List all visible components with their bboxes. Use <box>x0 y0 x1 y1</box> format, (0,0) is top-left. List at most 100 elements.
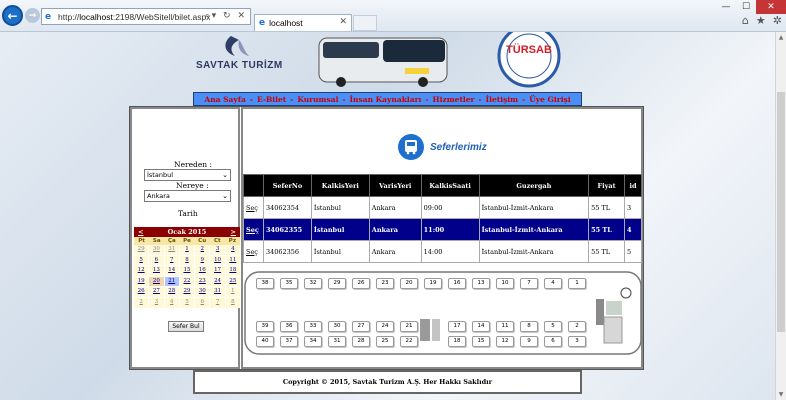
scroll-up-arrow-icon[interactable]: ▲ <box>776 32 786 43</box>
calendar-day[interactable]: 5 <box>179 297 195 308</box>
menu-item-e-bilet[interactable]: E-Bilet <box>257 95 286 104</box>
calendar-day[interactable]: 30 <box>149 245 164 255</box>
select-trip-link[interactable]: Seç <box>243 218 264 241</box>
bus-seat[interactable]: 31 <box>328 336 346 347</box>
bus-seat[interactable]: 24 <box>376 321 394 332</box>
calendar-day[interactable]: 11 <box>225 255 240 266</box>
calendar-day[interactable]: 26 <box>134 287 149 297</box>
back-button[interactable]: ← <box>2 5 23 26</box>
bus-seat[interactable]: 34 <box>304 336 322 347</box>
calendar-day[interactable]: 29 <box>134 245 149 255</box>
scroll-down-arrow-icon[interactable]: ▼ <box>776 389 786 400</box>
bus-seat[interactable]: 33 <box>304 321 322 332</box>
bus-seat[interactable]: 12 <box>496 336 514 347</box>
calendar-day[interactable]: 21 <box>164 276 179 287</box>
browser-tab[interactable]: e localhost ✕ <box>254 14 352 31</box>
bus-seat[interactable]: 2 <box>568 321 586 332</box>
calendar-day[interactable]: 7 <box>210 297 225 308</box>
calendar-day[interactable]: 4 <box>225 245 240 255</box>
search-trips-button[interactable]: Sefer Bul <box>168 321 204 332</box>
calendar-day[interactable]: 12 <box>134 266 149 276</box>
calendar-day[interactable]: 5 <box>134 255 149 266</box>
bus-seat[interactable]: 11 <box>496 321 514 332</box>
tab-close-icon[interactable]: ✕ <box>339 17 347 27</box>
calendar-day[interactable]: 18 <box>225 266 240 276</box>
menu-item-uye-girisi[interactable]: Üye Girişi <box>529 95 570 104</box>
bus-seat[interactable]: 29 <box>328 278 346 289</box>
bus-seat[interactable]: 10 <box>496 278 514 289</box>
calendar-day[interactable]: 10 <box>210 255 225 266</box>
calendar-day[interactable]: 31 <box>164 245 179 255</box>
calendar-day[interactable]: 1 <box>225 287 240 297</box>
menu-item-ana-sayfa[interactable]: Ana Sayfa <box>204 95 245 104</box>
bus-seat[interactable]: 5 <box>544 321 562 332</box>
minimize-button[interactable]: — <box>716 0 736 14</box>
bus-seat[interactable]: 13 <box>472 278 490 289</box>
calendar-day[interactable]: 13 <box>149 266 164 276</box>
bus-seat[interactable]: 4 <box>544 278 562 289</box>
calendar-day[interactable]: 28 <box>164 287 179 297</box>
calendar-day[interactable]: 20 <box>149 276 164 287</box>
bus-seat[interactable]: 9 <box>520 336 538 347</box>
favorites-star-icon[interactable]: ★ <box>756 14 766 27</box>
select-trip-link[interactable]: Seç <box>243 240 264 263</box>
bus-seat[interactable]: 3 <box>568 336 586 347</box>
calendar-day[interactable]: 14 <box>164 266 179 276</box>
select-trip-link[interactable]: Seç <box>243 196 264 219</box>
bus-seat[interactable]: 25 <box>376 336 394 347</box>
bus-seat[interactable]: 28 <box>352 336 370 347</box>
calendar-day[interactable]: 1 <box>179 245 195 255</box>
calendar-next-link[interactable]: > <box>231 228 236 236</box>
new-tab-button[interactable] <box>353 15 377 31</box>
bus-seat[interactable]: 8 <box>520 321 538 332</box>
menu-item-iletisim[interactable]: İletişim <box>486 95 518 104</box>
scroll-thumb[interactable] <box>777 92 785 332</box>
from-select[interactable]: İstanbul ⌄ <box>144 169 231 181</box>
calendar-day[interactable]: 8 <box>225 297 240 308</box>
calendar-day[interactable]: 31 <box>210 287 225 297</box>
calendar-day[interactable]: 16 <box>195 266 210 276</box>
calendar-day[interactable]: 4 <box>164 297 179 308</box>
bus-seat[interactable]: 32 <box>304 278 322 289</box>
bus-seat[interactable]: 23 <box>376 278 394 289</box>
calendar-day[interactable]: 3 <box>149 297 164 308</box>
calendar-prev-link[interactable]: < <box>138 228 143 236</box>
bus-seat[interactable]: 27 <box>352 321 370 332</box>
calendar-day[interactable]: 29 <box>179 287 195 297</box>
calendar-day[interactable]: 22 <box>179 276 195 287</box>
home-icon[interactable]: ⌂ <box>742 14 749 27</box>
calendar-day[interactable]: 30 <box>195 287 210 297</box>
bus-seat[interactable]: 37 <box>280 336 298 347</box>
calendar-day[interactable]: 23 <box>195 276 210 287</box>
bus-seat[interactable]: 6 <box>544 336 562 347</box>
calendar-day[interactable]: 27 <box>149 287 164 297</box>
bus-seat[interactable]: 14 <box>472 321 490 332</box>
bus-seat[interactable]: 1 <box>568 278 586 289</box>
forward-button[interactable]: → <box>25 8 40 23</box>
bus-seat[interactable]: 20 <box>400 278 418 289</box>
bus-seat[interactable]: 19 <box>424 278 442 289</box>
vertical-scrollbar[interactable]: ▲ ▼ <box>775 32 786 400</box>
bus-seat[interactable]: 38 <box>256 278 274 289</box>
bus-seat[interactable]: 40 <box>256 336 274 347</box>
calendar-day[interactable]: 25 <box>225 276 240 287</box>
close-window-button[interactable]: ✕ <box>756 0 786 14</box>
maximize-button[interactable]: ☐ <box>736 0 756 14</box>
calendar-day[interactable]: 24 <box>210 276 225 287</box>
menu-item-kurumsal[interactable]: Kurumsal <box>297 95 338 104</box>
calendar-day[interactable]: 19 <box>134 276 149 287</box>
bus-seat[interactable]: 21 <box>400 321 418 332</box>
bus-seat[interactable]: 17 <box>448 321 466 332</box>
calendar-day[interactable]: 6 <box>195 297 210 308</box>
calendar-day[interactable]: 15 <box>179 266 195 276</box>
calendar-day[interactable]: 6 <box>149 255 164 266</box>
calendar-day[interactable]: 2 <box>195 245 210 255</box>
address-tools-icon[interactable]: ⌕▾ ↻ ✕ <box>205 11 247 21</box>
bus-seat[interactable]: 7 <box>520 278 538 289</box>
calendar-day[interactable]: 9 <box>195 255 210 266</box>
bus-seat[interactable]: 26 <box>352 278 370 289</box>
calendar-day[interactable]: 7 <box>164 255 179 266</box>
calendar-day[interactable]: 8 <box>179 255 195 266</box>
bus-seat[interactable]: 35 <box>280 278 298 289</box>
bus-seat[interactable]: 36 <box>280 321 298 332</box>
